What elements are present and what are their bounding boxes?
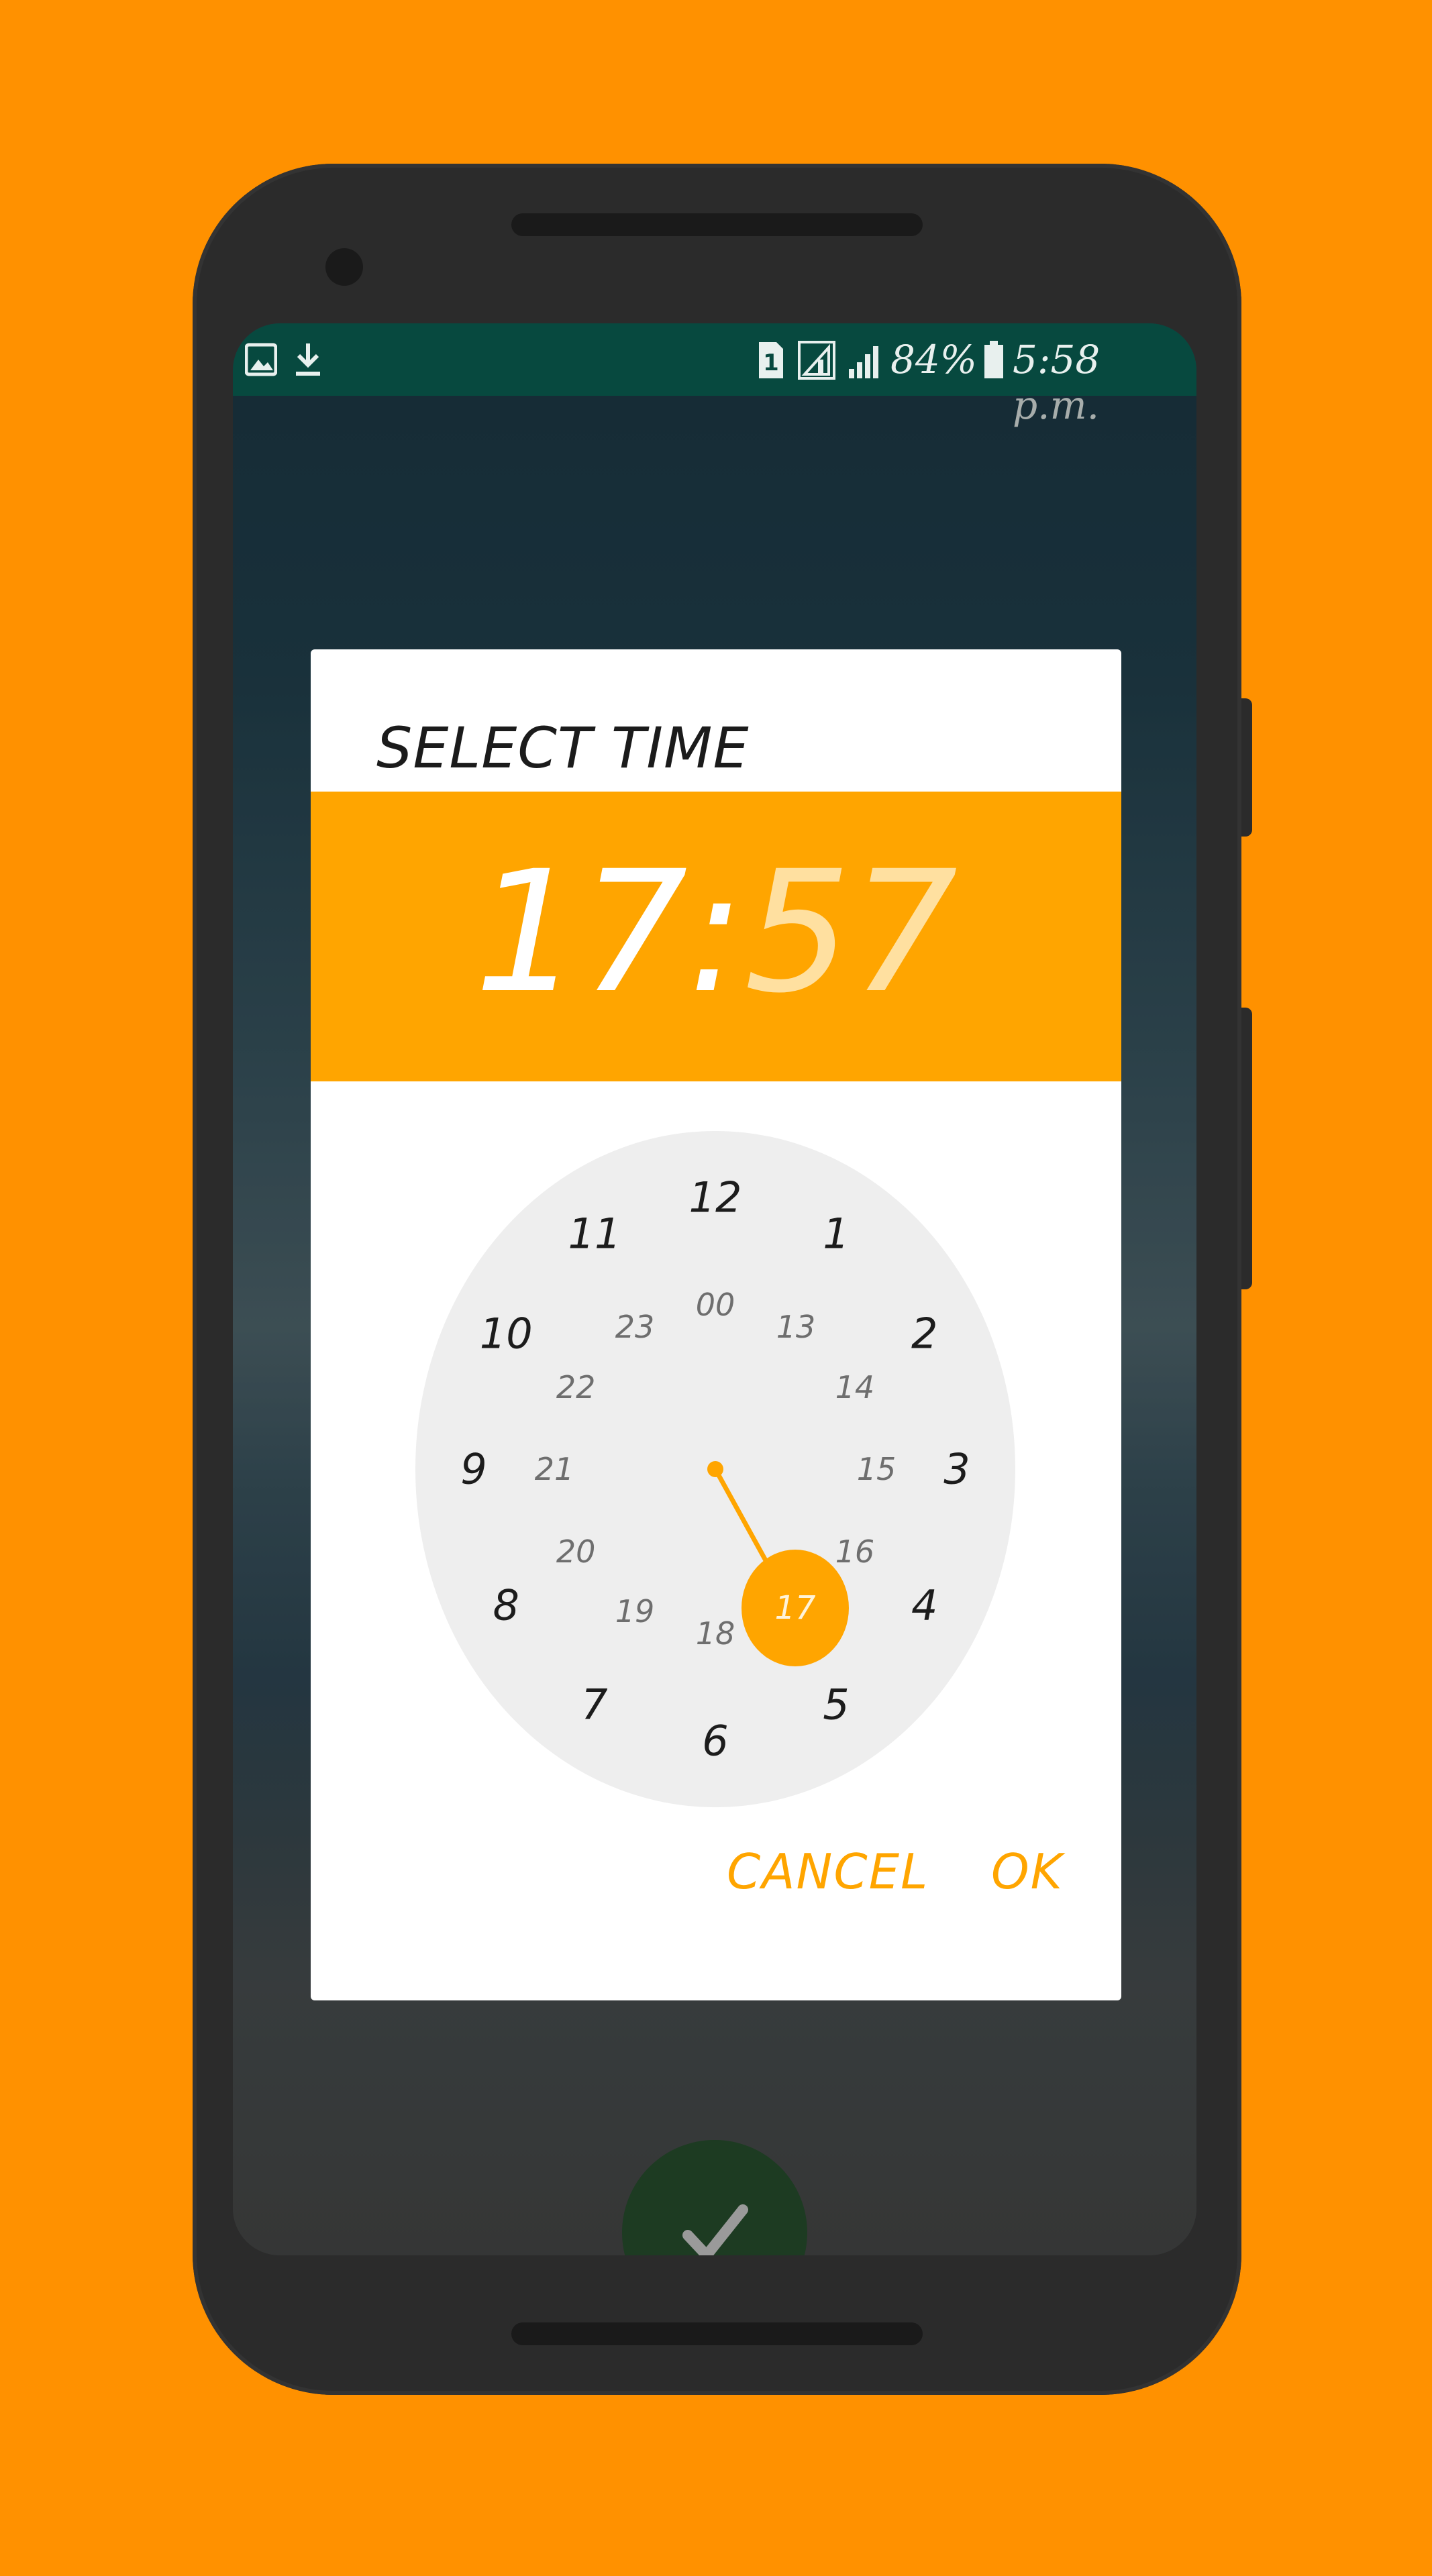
inner-number[interactable]: 13: [776, 1309, 816, 1345]
inner-number[interactable]: 00: [696, 1287, 735, 1323]
outer-number[interactable]: 6: [702, 1717, 728, 1766]
status-bar: 1 84% 5:58 p.m.: [233, 323, 1196, 428]
top-speaker: [511, 213, 923, 236]
clock-face[interactable]: 17 1212345678910110013141516171819202122…: [415, 1131, 1015, 1807]
sim-icon: 1: [756, 341, 784, 382]
inner-number[interactable]: 14: [835, 1369, 875, 1405]
outer-number[interactable]: 12: [689, 1173, 742, 1222]
time-separator: :: [687, 835, 745, 1030]
selected-hour-marker[interactable]: 17: [741, 1550, 849, 1666]
signal-icon: [798, 341, 835, 382]
bottom-speaker: [511, 2322, 923, 2345]
inner-number[interactable]: 18: [696, 1615, 735, 1652]
check-icon: [682, 2204, 748, 2255]
outer-number[interactable]: 8: [493, 1580, 519, 1629]
download-icon: [293, 341, 323, 381]
outer-number[interactable]: 11: [568, 1210, 621, 1258]
selected-hour-label: 17: [774, 1589, 816, 1627]
time-header: 17:57: [311, 792, 1121, 1081]
power-button: [1241, 698, 1252, 837]
inner-number[interactable]: 19: [615, 1593, 655, 1629]
front-camera: [325, 248, 363, 286]
ok-button[interactable]: OK: [991, 1843, 1064, 1900]
clock-hand: [707, 1461, 790, 1602]
outer-number[interactable]: 7: [581, 1680, 607, 1729]
inner-number[interactable]: 16: [835, 1534, 875, 1570]
outer-number[interactable]: 2: [911, 1309, 937, 1358]
outer-number[interactable]: 4: [911, 1580, 937, 1629]
selected-time: 17:57: [311, 845, 1121, 1020]
outer-number[interactable]: 9: [460, 1445, 487, 1494]
cancel-button[interactable]: CANCEL: [727, 1843, 929, 1900]
sim-label: 1: [763, 350, 779, 376]
battery-icon: [983, 341, 1005, 382]
dialog-title: SELECT TIME: [376, 715, 750, 781]
battery-percent: 84%: [890, 337, 977, 382]
gallery-notification-icon: [244, 341, 278, 381]
inner-number[interactable]: 23: [615, 1309, 655, 1345]
time-picker-dialog: SELECT TIME 17:57 17 12 1 2 3 4 5 6 7 8 9 10 11 00 13…: [311, 649, 1121, 2000]
outer-number[interactable]: 1: [823, 1210, 849, 1258]
inner-number[interactable]: 20: [556, 1534, 596, 1570]
inner-number[interactable]: 21: [535, 1451, 574, 1487]
signal-icon: [846, 341, 884, 382]
inner-number[interactable]: 15: [857, 1451, 897, 1487]
outer-number[interactable]: 5: [823, 1680, 849, 1729]
outer-number[interactable]: 3: [943, 1445, 970, 1494]
inner-number[interactable]: 22: [556, 1369, 596, 1405]
minute-display[interactable]: 57: [744, 835, 958, 1030]
hour-display[interactable]: 17: [474, 835, 688, 1030]
volume-button: [1241, 1008, 1252, 1289]
outer-number[interactable]: 10: [480, 1309, 533, 1358]
